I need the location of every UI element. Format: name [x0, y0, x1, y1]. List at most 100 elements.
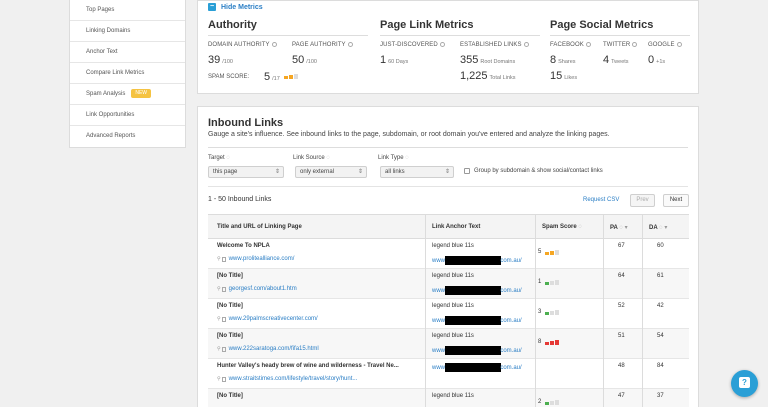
- page-icon[interactable]: [221, 376, 226, 382]
- pa-value: 64: [618, 273, 625, 279]
- column-header-spam[interactable]: Spam Score ◌: [542, 224, 582, 230]
- target-url[interactable]: www. com.au/: [432, 346, 522, 355]
- column-header-pa[interactable]: PA ◌ ▾: [610, 224, 628, 231]
- page-icon[interactable]: [221, 346, 226, 352]
- hide-metrics-toggle[interactable]: − Hide Metrics: [208, 3, 263, 11]
- sidebar-item-label: Spam Analysis: [86, 91, 126, 97]
- spam-bar: [555, 399, 560, 405]
- linking-page-url[interactable]: ⚲ www.222saratoga.com/fifa15.html: [217, 346, 319, 352]
- facebook-label: FACEBOOK: [550, 42, 591, 48]
- table-row: [No Title] legend blue 11s 2 47 37: [208, 389, 689, 407]
- prev-button[interactable]: Prev: [630, 194, 655, 207]
- target-url[interactable]: www. com.au/: [432, 363, 522, 372]
- search-icon[interactable]: ⚲: [217, 346, 221, 352]
- spam-bar: [550, 400, 555, 405]
- search-icon[interactable]: ⚲: [217, 376, 221, 382]
- inbound-links-table: Title and URL of Linking Page Link Ancho…: [208, 214, 689, 407]
- domain-authority-label: DOMAIN AUTHORITY: [208, 42, 277, 48]
- pa-value: 67: [618, 243, 625, 249]
- info-icon[interactable]: [585, 42, 591, 47]
- spam-score-cell: 3: [538, 309, 560, 315]
- pa-value: 51: [618, 333, 625, 339]
- pa-value: 47: [618, 393, 625, 399]
- spam-score-label: SPAM SCORE:: [208, 74, 250, 80]
- linking-page-title: Welcome To NPLA: [217, 243, 270, 249]
- link-source-select[interactable]: only external: [295, 166, 367, 178]
- link-type-select[interactable]: all links: [380, 166, 454, 178]
- table-row: [No Title] ⚲ georgesf.com/about1.htm lege…: [208, 269, 689, 299]
- target-select[interactable]: this page: [208, 166, 284, 178]
- sidebar-item-top-pages[interactable]: Top Pages: [70, 0, 185, 21]
- search-icon[interactable]: ⚲: [217, 316, 221, 322]
- sidebar-item-spam-analysis[interactable]: Spam Analysis NEW: [70, 84, 185, 105]
- spam-bar: [555, 249, 560, 255]
- linking-page-url[interactable]: ⚲ www.prolitealliance.com/: [217, 256, 294, 262]
- spam-score-value: 5/17: [264, 71, 280, 83]
- link-source-label: Link Source ◌: [293, 155, 330, 161]
- spam-score-cell: 5: [538, 249, 560, 255]
- spam-score-cell: 2: [538, 399, 560, 405]
- info-icon[interactable]: [439, 42, 445, 47]
- spam-bar: [555, 339, 560, 345]
- table-header: Title and URL of Linking Page Link Ancho…: [208, 215, 689, 239]
- info-icon[interactable]: ◌: [405, 155, 409, 161]
- inbound-links-count: 1 - 50 Inbound Links: [208, 196, 272, 203]
- info-icon[interactable]: [523, 42, 529, 47]
- page-icon[interactable]: [221, 286, 226, 292]
- collapse-icon: −: [208, 3, 216, 11]
- info-icon[interactable]: ◌: [326, 155, 330, 161]
- linking-page-title: [No Title]: [217, 303, 243, 309]
- page-icon[interactable]: [221, 256, 226, 262]
- request-csv-link[interactable]: Request CSV: [583, 197, 619, 203]
- sidebar-item-advanced-reports[interactable]: Advanced Reports: [70, 126, 185, 147]
- help-chat-button[interactable]: ?: [731, 370, 758, 397]
- total-links-value: 1,225 Total Links: [460, 70, 516, 82]
- anchor-text: legend blue 11s: [432, 303, 474, 309]
- redaction-bar: [445, 286, 502, 295]
- spam-bar: [555, 309, 560, 315]
- info-icon[interactable]: [271, 42, 277, 47]
- hide-metrics-label: Hide Metrics: [221, 3, 263, 11]
- info-icon[interactable]: ◌: [226, 155, 230, 161]
- spam-bar: [550, 340, 555, 345]
- target-url[interactable]: www. com.au/: [432, 256, 522, 265]
- help-icon: ?: [739, 377, 750, 388]
- da-value: 37: [657, 393, 664, 399]
- info-icon[interactable]: [676, 42, 682, 47]
- sidebar-item-anchor-text[interactable]: Anchor Text: [70, 42, 185, 63]
- sidebar-item-compare-link-metrics[interactable]: Compare Link Metrics: [70, 63, 185, 84]
- sidebar-item-link-opportunities[interactable]: Link Opportunities: [70, 105, 185, 126]
- inbound-links-description: Gauge a site's influence. See inbound li…: [208, 131, 610, 138]
- table-row: [No Title] ⚲ www.222saratoga.com/fifa15.h…: [208, 329, 689, 359]
- next-button[interactable]: Next: [663, 194, 689, 207]
- group-by-subdomain-checkbox[interactable]: [464, 168, 470, 174]
- da-value: 60: [657, 243, 664, 249]
- group-by-subdomain-label: Group by subdomain & show social/contact…: [474, 168, 603, 174]
- sidebar-item-linking-domains[interactable]: Linking Domains: [70, 21, 185, 42]
- search-icon[interactable]: ⚲: [217, 286, 221, 292]
- info-icon[interactable]: [632, 42, 638, 47]
- linking-page-url[interactable]: ⚲ georgesf.com/about1.htm: [217, 286, 297, 292]
- linking-page-url[interactable]: ⚲ www.straitstimes.com/lifestyle/travel/s…: [217, 376, 357, 382]
- column-header-title[interactable]: Title and URL of Linking Page: [217, 224, 302, 230]
- info-icon[interactable]: [347, 42, 353, 47]
- authority-title: Authority: [208, 19, 257, 31]
- spam-bar: [545, 311, 550, 315]
- spam-score-bars: [284, 74, 298, 79]
- column-header-da[interactable]: DA ◌ ▾: [649, 224, 667, 231]
- search-icon[interactable]: ⚲: [217, 256, 221, 262]
- da-value: 61: [657, 273, 664, 279]
- spam-bar: [555, 279, 560, 285]
- new-badge: NEW: [131, 88, 152, 98]
- established-links-label: ESTABLISHED LINKS: [460, 42, 529, 48]
- group-by-subdomain[interactable]: Group by subdomain & show social/contact…: [464, 168, 603, 174]
- linking-page-url[interactable]: ⚲ www.29palmscreativecenter.com/: [217, 316, 318, 322]
- redaction-bar: [445, 316, 502, 325]
- spam-bar: [550, 280, 555, 285]
- page-icon[interactable]: [221, 316, 226, 322]
- linking-page-title: [No Title]: [217, 273, 243, 279]
- twitter-label: TWITTER: [603, 42, 638, 48]
- target-url[interactable]: www. com.au/: [432, 286, 522, 295]
- column-header-anchor[interactable]: Link Anchor Text: [432, 224, 480, 230]
- target-url[interactable]: www. com.au/: [432, 316, 522, 325]
